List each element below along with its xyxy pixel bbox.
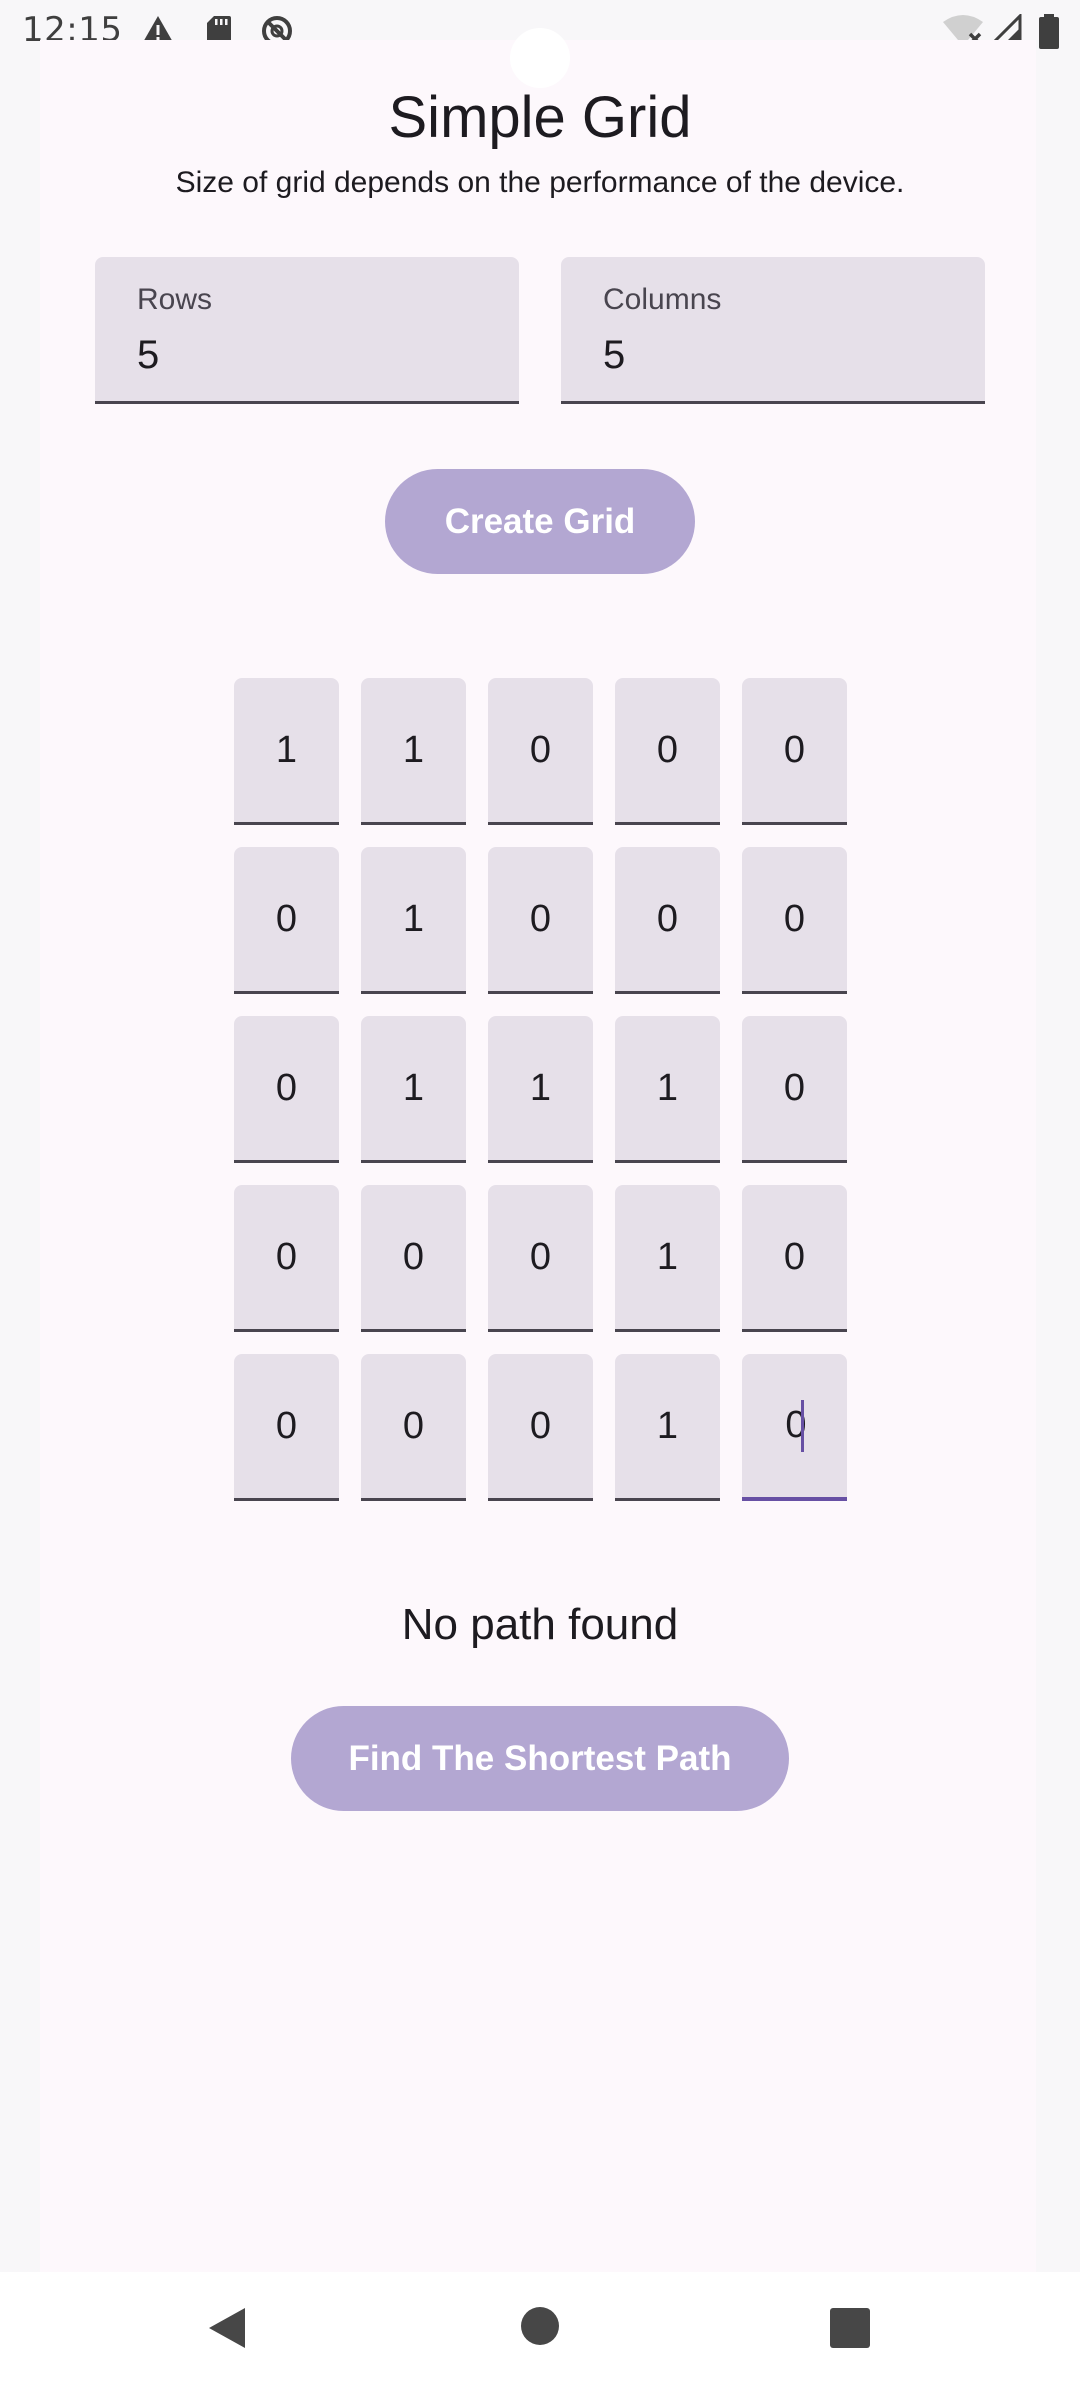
result-text: No path found bbox=[401, 1600, 679, 1649]
navigation-bar bbox=[0, 2272, 1080, 2400]
grid-cell[interactable]: 1 bbox=[615, 1016, 720, 1163]
create-grid-button[interactable]: Create Grid bbox=[385, 469, 695, 574]
grid-cell[interactable]: 0 bbox=[361, 1185, 466, 1332]
back-icon[interactable] bbox=[205, 2304, 249, 2357]
page-title: Simple Grid bbox=[388, 85, 692, 150]
grid-cell[interactable]: 1 bbox=[234, 678, 339, 825]
grid-cell[interactable]: 0 bbox=[234, 1354, 339, 1501]
grid-cell[interactable]: 1 bbox=[361, 847, 466, 994]
rows-value[interactable]: 5 bbox=[137, 333, 159, 378]
recents-icon[interactable] bbox=[830, 2308, 870, 2353]
home-icon[interactable] bbox=[520, 2306, 560, 2351]
grid-cell[interactable]: 0 bbox=[488, 678, 593, 825]
grid-cell[interactable]: 0 bbox=[615, 678, 720, 825]
grid-cell[interactable]: 0 bbox=[615, 847, 720, 994]
battery-icon bbox=[1038, 14, 1060, 55]
rows-input[interactable]: Rows 5 bbox=[95, 257, 519, 404]
grid-cell[interactable]: 0 bbox=[488, 847, 593, 994]
grid-cell[interactable]: 0 bbox=[234, 847, 339, 994]
grid-cell[interactable]: 1 bbox=[488, 1016, 593, 1163]
grid-cell[interactable]: 1 bbox=[361, 1016, 466, 1163]
grid-cell[interactable]: 0 bbox=[742, 847, 847, 994]
columns-value[interactable]: 5 bbox=[603, 333, 625, 378]
rows-label: Rows bbox=[137, 283, 213, 316]
grid-cell[interactable]: 1 bbox=[615, 1185, 720, 1332]
columns-label: Columns bbox=[603, 283, 722, 316]
grid-cell[interactable]: 1 bbox=[615, 1354, 720, 1501]
grid-cell[interactable]: 0 bbox=[742, 1354, 847, 1501]
grid-cell[interactable]: 0 bbox=[742, 678, 847, 825]
grid-cell[interactable]: 0 bbox=[742, 1016, 847, 1163]
grid-cell[interactable]: 0 bbox=[234, 1016, 339, 1163]
grid-cell[interactable]: 0 bbox=[361, 1354, 466, 1501]
camera-cutout bbox=[510, 28, 570, 88]
columns-input[interactable]: Columns 5 bbox=[561, 257, 985, 404]
find-shortest-path-button[interactable]: Find The Shortest Path bbox=[291, 1706, 789, 1811]
grid-cell[interactable]: 0 bbox=[488, 1354, 593, 1501]
grid-cell[interactable]: 1 bbox=[361, 678, 466, 825]
text-cursor bbox=[800, 1399, 804, 1452]
grid-cell[interactable]: 0 bbox=[742, 1185, 847, 1332]
page-subtitle: Size of grid depends on the performance … bbox=[175, 166, 905, 199]
grid-cell[interactable]: 0 bbox=[488, 1185, 593, 1332]
grid-cell[interactable]: 0 bbox=[234, 1185, 339, 1332]
